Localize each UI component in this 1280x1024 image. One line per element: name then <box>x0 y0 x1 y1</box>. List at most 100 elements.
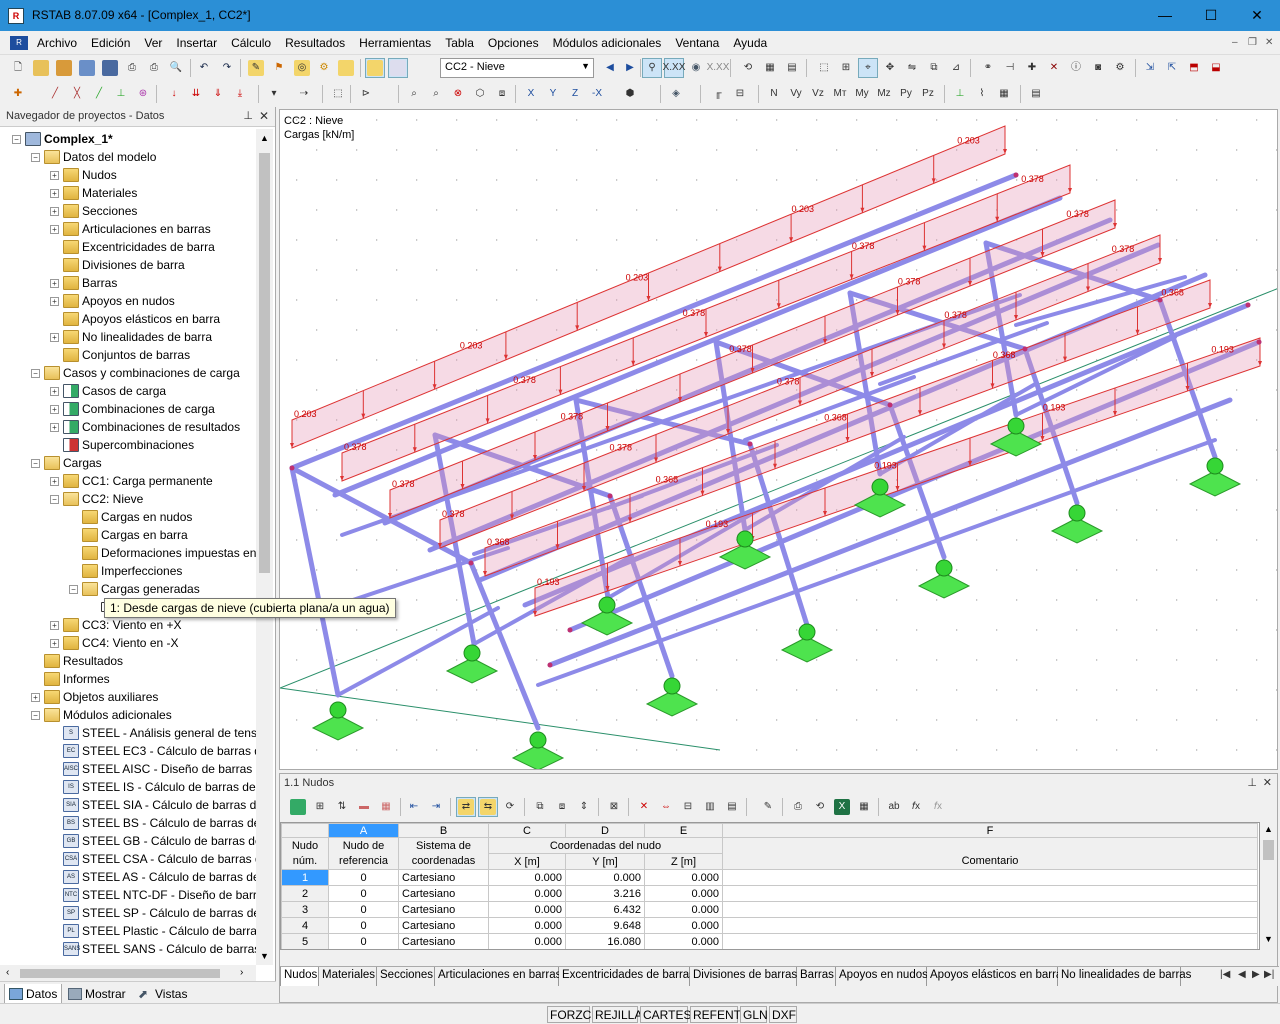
deformation-button[interactable]: ◉ <box>686 58 706 78</box>
tab-prev-icon[interactable]: ◀ <box>1238 969 1246 980</box>
calculator-button[interactable]: ▦ <box>854 797 874 817</box>
center-button[interactable]: ✚ <box>1022 58 1042 78</box>
tree-item[interactable]: Informes <box>31 670 110 688</box>
z-cell[interactable]: 0.000 <box>644 933 723 949</box>
status-toggle-dxf[interactable]: DXF <box>769 1006 797 1023</box>
tree-item[interactable]: − Datos del modelo <box>31 148 156 166</box>
comment-cell[interactable] <box>722 885 1258 902</box>
table-tab[interactable]: Nudos <box>280 967 319 986</box>
next-loadcase-button[interactable]: ▶ <box>620 58 640 78</box>
support-node[interactable] <box>798 623 816 641</box>
tree-item[interactable]: SP STEEL SP - Cálculo de barras de <box>50 904 256 922</box>
tree-item[interactable]: Conjuntos de barras <box>50 346 190 364</box>
select-button[interactable]: ⌖ <box>858 58 878 78</box>
column-header-f[interactable]: F <box>722 823 1258 838</box>
table-add-button[interactable] <box>288 797 308 817</box>
result-pz-button[interactable]: Pz <box>918 84 938 104</box>
collapse-icon[interactable]: − <box>31 368 40 378</box>
table-tab[interactable]: Materiales <box>319 967 377 986</box>
fit-button[interactable]: ⬚ <box>328 84 348 104</box>
new-button[interactable]: 🗋 <box>8 58 28 78</box>
node-point[interactable] <box>887 402 893 408</box>
tree-item[interactable]: Divisiones de barra <box>50 256 185 274</box>
support-base[interactable] <box>1188 470 1242 497</box>
print-preview-button[interactable]: 🔍 <box>166 58 186 78</box>
hinge-button[interactable]: ⊛ <box>133 84 153 104</box>
menu-insertar[interactable]: Insertar <box>169 31 224 55</box>
expand-icon[interactable]: + <box>50 296 59 306</box>
support-base[interactable] <box>917 572 971 599</box>
view-minus-x-button[interactable]: -X <box>587 84 607 104</box>
scroll-up-icon[interactable]: ▲ <box>1264 824 1273 834</box>
tab-next-icon[interactable]: ▶ <box>1252 969 1260 980</box>
table-tab[interactable]: No linealidades de barras <box>1058 967 1191 986</box>
dimension-button[interactable]: ⊣ <box>1000 58 1020 78</box>
ref-node-cell[interactable]: 0 <box>328 901 399 918</box>
tree-item[interactable]: CSA STEEL CSA - Cálculo de barras de <box>50 850 256 868</box>
row-number[interactable]: 3 <box>281 901 329 918</box>
node-point[interactable] <box>567 627 573 633</box>
tree-item[interactable]: + Casos de carga <box>50 382 166 400</box>
support-reaction-button[interactable]: ⊥ <box>950 84 970 104</box>
tree-item[interactable]: SIA STEEL SIA - Cálculo de barras de <box>50 796 256 814</box>
tab-datos[interactable]: Datos <box>4 984 63 1004</box>
pdf-button[interactable]: ⬒ <box>1184 58 1204 78</box>
node-point[interactable] <box>1022 346 1028 352</box>
y-cell[interactable]: 3.216 <box>565 885 645 902</box>
tree-item[interactable]: + Objetos auxiliares <box>31 688 158 706</box>
expand-icon[interactable]: + <box>50 206 59 216</box>
table-row[interactable]: 3 0 Cartesiano 0.000 6.432 0.000 <box>281 901 1258 918</box>
coord-system-cell[interactable]: Cartesiano <box>398 885 489 902</box>
table-tab[interactable]: Excentricidades de barras <box>559 967 695 986</box>
wire-button[interactable]: ▤ <box>782 58 802 78</box>
support-base[interactable] <box>645 690 699 717</box>
menu-ver[interactable]: Ver <box>137 31 169 55</box>
table-vertical-scrollbar[interactable]: ▲ ▼ <box>1260 822 1277 950</box>
table-tab[interactable]: Articulaciones en barras <box>435 967 561 986</box>
table-filter-button[interactable]: ▦ <box>376 797 396 817</box>
z-cell[interactable]: 0.000 <box>644 917 723 934</box>
support-button[interactable]: ⊥ <box>111 84 131 104</box>
coord-system-cell[interactable]: Cartesiano <box>398 917 489 934</box>
expand-icon[interactable]: + <box>31 692 40 702</box>
scroll-left-icon[interactable]: ‹ <box>6 967 9 978</box>
table-next-button[interactable]: ⇥ <box>426 797 446 817</box>
table-refresh-button[interactable]: ⟳ <box>500 797 520 817</box>
node-point[interactable] <box>468 560 474 566</box>
measure-button[interactable]: ⊿ <box>946 58 966 78</box>
menu-calculo[interactable]: Cálculo <box>224 31 278 55</box>
table-tab[interactable]: Apoyos en nudos <box>836 967 928 986</box>
expand-icon[interactable]: + <box>50 386 59 396</box>
tree-item[interactable]: S STEEL - Análisis general de tensi <box>50 724 256 742</box>
tree-item[interactable]: SANS STEEL SANS - Cálculo de barras <box>50 940 256 958</box>
member-type-button[interactable]: ╱ <box>89 84 109 104</box>
node-point[interactable] <box>1256 339 1262 345</box>
expand-icon[interactable]: + <box>50 170 59 180</box>
tree-item[interactable]: − Módulos adicionales <box>31 706 172 724</box>
filter-button[interactable]: ⊳ <box>356 84 376 104</box>
column-header-e[interactable]: E <box>644 823 723 838</box>
collapse-icon[interactable]: − <box>12 134 21 144</box>
measure-button[interactable]: ⇢ <box>294 84 314 104</box>
view-y-button[interactable]: Y <box>543 84 563 104</box>
menu-opciones[interactable]: Opciones <box>481 31 546 55</box>
support-base[interactable] <box>780 636 834 663</box>
table-width-button[interactable]: ▥ <box>700 797 720 817</box>
menu-ventana[interactable]: Ventana <box>668 31 726 55</box>
import-button[interactable]: ⬓ <box>1206 58 1226 78</box>
tree-item[interactable]: Imperfecciones <box>69 562 182 580</box>
table-edit-button[interactable]: ✎ <box>758 797 778 817</box>
tree-item[interactable]: IS STEEL IS - Cálculo de barras de a <box>50 778 256 796</box>
column-header-c[interactable]: C <box>488 823 566 838</box>
support-base[interactable] <box>580 609 634 636</box>
table-insert-col-button[interactable]: ⊟ <box>678 797 698 817</box>
corner-cell[interactable] <box>281 823 329 838</box>
model-3d-view[interactable]: 0.203 0.203 0.203 0.203 0.203 0.378 0.378 0.378… <box>280 110 1278 770</box>
tree-item[interactable]: PL STEEL Plastic - Cálculo de barras <box>50 922 256 940</box>
z-cell[interactable]: 0.000 <box>644 885 723 902</box>
table-delete-col-button[interactable]: ⇔ <box>656 797 676 817</box>
tree-item[interactable]: + Secciones <box>50 202 137 220</box>
table-tab[interactable]: Divisiones de barras <box>690 967 797 986</box>
tab-last-icon[interactable]: ▶| <box>1264 969 1274 980</box>
tab-first-icon[interactable]: |◀ <box>1220 969 1230 980</box>
